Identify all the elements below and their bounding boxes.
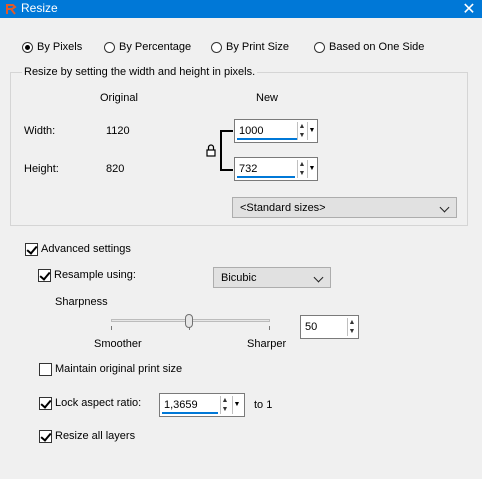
aspect-dropdown-icon[interactable]: ▼ (232, 396, 241, 414)
height-original-value: 820 (106, 163, 125, 175)
radio-by-pixels-circle[interactable] (22, 42, 33, 53)
resample-method-dropdown[interactable]: Bicubic (213, 267, 331, 288)
aspect-input-underline (162, 412, 218, 414)
width-input-underline (237, 138, 297, 140)
height-new-input[interactable]: 732 ▲ ▼ ▼ (234, 157, 318, 181)
resample-label: Resample using: (54, 269, 136, 281)
advanced-settings-label: Advanced settings (41, 243, 131, 255)
aspect-spinner[interactable]: ▲ ▼ (220, 396, 229, 414)
standard-sizes-dropdown[interactable]: <Standard sizes> (232, 197, 457, 218)
maintain-print-label: Maintain original print size (55, 363, 183, 375)
sharpness-value[interactable]: 50 (305, 321, 317, 333)
title-bar (0, 0, 482, 18)
height-input-underline (237, 176, 295, 178)
spin-down-icon[interactable]: ▼ (298, 169, 306, 178)
width-spinner[interactable]: ▲ ▼ (297, 122, 306, 140)
spin-up-icon[interactable]: ▲ (298, 122, 306, 131)
spin-down-icon[interactable]: ▼ (298, 131, 306, 140)
lock-aspect-checkbox[interactable] (39, 397, 52, 410)
resample-checkbox[interactable] (38, 269, 51, 282)
advanced-settings-checkbox[interactable] (25, 243, 38, 256)
height-spinner[interactable]: ▲ ▼ (297, 160, 306, 178)
height-label: Height: (24, 163, 59, 175)
maintain-print-checkbox[interactable] (39, 363, 52, 376)
height-dropdown-icon[interactable]: ▼ (307, 160, 316, 178)
width-original-value: 1120 (106, 125, 130, 137)
width-dropdown-icon[interactable]: ▼ (307, 122, 316, 140)
sharpness-label: Sharpness (55, 296, 108, 308)
height-new-value[interactable]: 732 (239, 163, 257, 175)
sharpness-slider-thumb[interactable] (185, 314, 193, 328)
slider-tick (111, 326, 112, 330)
lock-icon[interactable] (206, 144, 216, 157)
pixels-group-legend: Resize by setting the width and height i… (22, 66, 258, 78)
width-label: Width: (24, 125, 56, 137)
sharpness-spinner[interactable]: ▲ ▼ (347, 318, 356, 336)
slider-tick (269, 326, 270, 330)
aspect-ratio-value[interactable]: 1,3659 (164, 399, 198, 411)
app-icon (6, 4, 17, 15)
radio-by-print-size-label: By Print Size (226, 41, 289, 53)
standard-sizes-label: <Standard sizes> (240, 202, 326, 214)
radio-one-side-label: Based on One Side (329, 41, 425, 53)
chevron-down-icon (313, 272, 324, 283)
radio-by-print-size-circle[interactable] (211, 42, 222, 53)
original-column-header: Original (100, 92, 138, 104)
close-icon[interactable]: ✕ (461, 0, 477, 19)
lock-aspect-label: Lock aspect ratio: (55, 397, 142, 409)
chevron-down-icon (439, 202, 450, 213)
sharper-label: Sharper (247, 338, 287, 350)
spin-up-icon[interactable]: ▲ (221, 396, 229, 405)
width-new-value[interactable]: 1000 (239, 125, 263, 137)
window-title: Resize (21, 1, 58, 15)
spin-up-icon[interactable]: ▲ (348, 318, 356, 327)
sharpness-input[interactable]: 50 ▲ ▼ (300, 315, 359, 339)
radio-by-percentage-circle[interactable] (104, 42, 115, 53)
radio-by-percentage-label: By Percentage (119, 41, 192, 53)
aspect-suffix: to 1 (254, 399, 273, 411)
spin-down-icon[interactable]: ▼ (221, 405, 229, 414)
radio-by-pixels-label: By Pixels (37, 41, 83, 53)
aspect-ratio-input[interactable]: 1,3659 ▲ ▼ ▼ (159, 393, 245, 417)
new-column-header: New (256, 92, 279, 104)
resample-method-value: Bicubic (221, 272, 257, 284)
radio-one-side-circle[interactable] (314, 42, 325, 53)
width-new-input[interactable]: 1000 ▲ ▼ ▼ (234, 119, 318, 143)
resize-layers-checkbox[interactable] (39, 430, 52, 443)
resize-layers-label: Resize all layers (55, 430, 136, 442)
smoother-label: Smoother (94, 338, 142, 350)
spin-up-icon[interactable]: ▲ (298, 160, 306, 169)
spin-down-icon[interactable]: ▼ (348, 327, 356, 336)
